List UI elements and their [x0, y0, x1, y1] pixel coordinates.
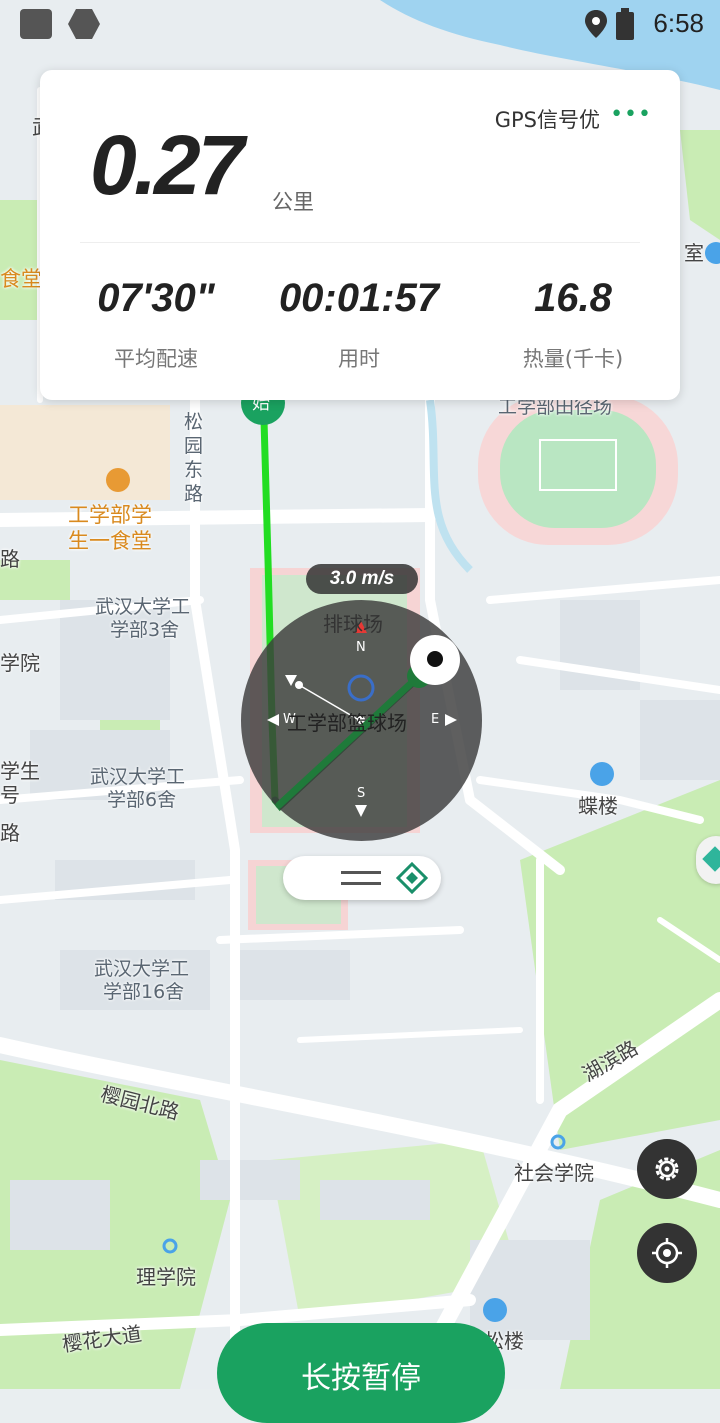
distance-unit: 公里: [272, 190, 314, 214]
science-label[interactable]: 理学院: [136, 1266, 196, 1288]
compass-south-label: S: [357, 786, 366, 801]
dorm16-label[interactable]: 武汉大学工: [94, 958, 189, 980]
menu-lines-icon[interactable]: [341, 868, 381, 888]
hao-edge-label: 号: [0, 783, 20, 807]
dorm3-label[interactable]: 武汉大学工: [95, 596, 190, 618]
song-road-label: 松园东路: [184, 411, 204, 505]
clock: 6:58: [653, 8, 704, 38]
gps-status: GPS信号优: [494, 108, 600, 132]
duration-value: 00:01:57: [278, 276, 440, 320]
canteen-edge-label: 食堂: [0, 267, 42, 291]
current-position-marker[interactable]: [410, 635, 460, 685]
pace-label: 平均配速: [114, 347, 198, 371]
pace-stat: 07'30" 平均配速: [56, 275, 256, 373]
road-edge-label-1: 路: [0, 547, 20, 571]
run-stats-card: 0.27 公里 GPS信号优 ••• 07'30" 平均配速 00:01:57 …: [40, 70, 680, 400]
duration-label: 用时: [338, 347, 380, 371]
dielou-label[interactable]: 蝶楼: [578, 795, 618, 817]
road-edge-label-2: 路: [0, 821, 20, 845]
divider: [80, 242, 640, 243]
duration-stat: 00:01:57 用时: [259, 275, 459, 373]
canteen-label-2[interactable]: 生一食堂: [68, 528, 152, 554]
dorm3-label-2[interactable]: 学部3舍: [110, 619, 179, 641]
calories-value: 16.8: [534, 276, 612, 320]
compass-north-label: N: [356, 640, 366, 655]
speed-badge: 3.0 m/s: [306, 564, 418, 594]
compass-overlay[interactable]: N S W E 排球场 工学部篮球场: [241, 600, 482, 841]
room-edge-label: 室: [684, 241, 704, 265]
status-bar: 6:58: [0, 0, 720, 50]
notification-square-icon: [20, 9, 52, 39]
volleyball-label: 排球场: [323, 612, 383, 636]
basketball-court-label: 工学部篮球场: [287, 711, 407, 735]
dorm16-label-2[interactable]: 学部16舍: [103, 981, 184, 1003]
map-mode-toggle[interactable]: [283, 856, 441, 900]
calories-stat: 16.8 热量(千卡): [473, 275, 673, 373]
location-pin-icon: [585, 10, 607, 38]
canteen-label[interactable]: 工学部学: [68, 502, 152, 528]
locate-button[interactable]: [637, 1223, 697, 1283]
diamond-target-icon[interactable]: [396, 862, 428, 894]
notification-hexagon-icon: [68, 9, 100, 39]
dorm6-label[interactable]: 武汉大学工: [90, 766, 185, 788]
gear-icon: [655, 1157, 679, 1181]
battery-icon: [616, 8, 634, 40]
sociology-label[interactable]: 社会学院: [514, 1162, 594, 1184]
long-press-pause-button[interactable]: 长按暂停: [217, 1323, 505, 1423]
more-options-button[interactable]: •••: [610, 102, 652, 127]
compass-east-label: E: [431, 712, 440, 727]
distance-value: 0.27: [90, 118, 244, 212]
crosshair-icon: [652, 1238, 682, 1268]
xuesheng-edge-label: 学生: [0, 759, 40, 783]
settings-button[interactable]: [637, 1139, 697, 1199]
dorm6-label-2[interactable]: 学部6舍: [107, 789, 176, 811]
calories-label: 热量(千卡): [522, 347, 624, 371]
xueyuan-edge-label: 学院: [0, 651, 40, 675]
pace-value: 07'30": [97, 276, 215, 320]
